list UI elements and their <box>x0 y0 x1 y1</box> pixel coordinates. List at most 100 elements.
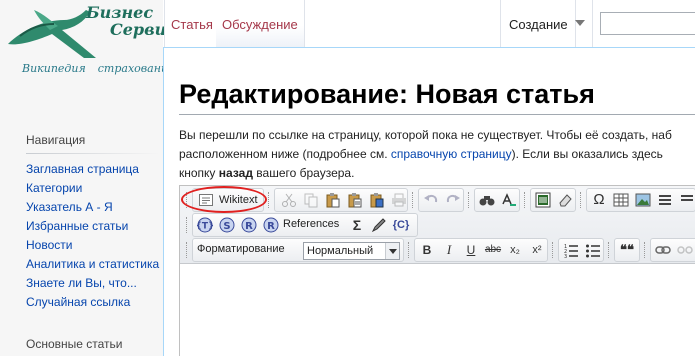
bulleted-list-icon <box>586 244 600 258</box>
paste-text-button[interactable] <box>345 191 365 209</box>
redo-icon <box>446 194 460 203</box>
print-icon <box>392 193 406 207</box>
toolbar-group-select <box>530 188 576 212</box>
redo-button[interactable] <box>443 191 463 209</box>
tab-article[interactable]: Статья <box>164 0 220 47</box>
table-icon <box>613 193 629 207</box>
sidebar-item-did-you-know[interactable]: Знаете ли Вы, что... <box>26 274 159 293</box>
print-button[interactable] <box>389 191 409 209</box>
svg-text:R: R <box>245 221 253 232</box>
sidebar-item-index[interactable]: Указатель А - Я <box>26 198 159 217</box>
toolbar-grip <box>580 192 583 208</box>
find-button[interactable] <box>477 191 497 209</box>
undo-button[interactable] <box>421 191 441 209</box>
paste-button[interactable] <box>323 191 343 209</box>
math-button[interactable]: Σ <box>347 216 367 234</box>
replace-button[interactable] <box>499 191 519 209</box>
overflow-icon <box>681 195 693 201</box>
remove-format-button[interactable] <box>555 191 575 209</box>
navigation-list: Заглавная страница Категории Указатель А… <box>26 160 159 312</box>
special-char-button[interactable]: Ω <box>589 191 609 209</box>
paste-word-button[interactable] <box>367 191 387 209</box>
select-all-button[interactable] <box>533 191 553 209</box>
template-button[interactable]: {T} <box>195 216 215 234</box>
ref-button[interactable]: R <box>239 216 259 234</box>
toolbar-group-links <box>650 238 695 262</box>
superscript-button[interactable]: x² <box>527 241 547 259</box>
logo-subtitle-word1: Википедия <box>22 62 86 75</box>
link-button[interactable] <box>653 241 673 259</box>
toolbar-group-history <box>418 188 464 212</box>
sidebar-item-news[interactable]: Новости <box>26 236 159 255</box>
svg-text:S: S <box>223 221 230 232</box>
underline-button[interactable]: U <box>461 241 481 259</box>
bulleted-list-button[interactable] <box>583 241 603 259</box>
svg-text:R: R <box>267 221 275 232</box>
horizontal-rule-button[interactable] <box>655 191 675 209</box>
copy-button[interactable] <box>301 191 321 209</box>
copy-icon <box>304 193 318 208</box>
toolbar-overflow-button[interactable] <box>677 191 695 209</box>
wikitext-button[interactable]: Wikitext <box>195 191 258 210</box>
page-tabs-bar: Статья Обсуждение Создание <box>163 0 695 47</box>
search-input[interactable] <box>600 12 695 35</box>
editor-toolbar: Wikitext Ω T S R R References Σ {C} Форм… <box>180 186 695 264</box>
toolbar-grip <box>268 192 271 208</box>
cut-button[interactable] <box>279 191 299 209</box>
wysiwyg-editor: Wikitext Ω T S R R References Σ {C} Форм… <box>179 185 695 356</box>
select-all-icon <box>535 192 551 208</box>
special-tag-button[interactable]: {C} <box>391 216 411 234</box>
sidebar-item-analytics[interactable]: Аналитика и статистика <box>26 255 159 274</box>
references-icon-button[interactable]: R <box>261 216 281 234</box>
toolbar-group-insert: Ω <box>586 188 695 212</box>
toolbar-grip <box>468 192 471 208</box>
main-articles-heading[interactable]: Основные статьи <box>26 337 123 351</box>
formatting-label: Форматирование <box>197 243 285 255</box>
unlink-button[interactable] <box>675 241 695 259</box>
tab-discussion[interactable]: Обсуждение <box>216 0 305 47</box>
image-button[interactable] <box>633 191 653 209</box>
paste-word-icon <box>370 193 384 208</box>
italic-button[interactable]: I <box>439 241 459 259</box>
strikethrough-button[interactable]: abc <box>483 241 503 259</box>
source-button[interactable] <box>369 216 389 234</box>
sidebar-item-featured[interactable]: Избранные статьи <box>26 217 159 236</box>
paste-text-icon <box>348 193 362 208</box>
pen-icon <box>371 218 386 233</box>
intro-line-1: Вы перешли по ссылке на страницу, которо… <box>179 128 672 142</box>
references-label[interactable]: References <box>283 218 339 230</box>
toolbar-grip <box>408 242 411 258</box>
sidebar-item-random-link[interactable]: Случайная ссылка <box>26 293 159 312</box>
tab-create[interactable]: Создание <box>500 0 576 47</box>
scissors-icon <box>282 193 296 207</box>
numbered-list-icon: 123 <box>564 244 578 258</box>
toolbar-grip <box>412 192 415 208</box>
sidebar-item-categories[interactable]: Категории <box>26 179 159 198</box>
format-select-arrow[interactable] <box>385 243 399 259</box>
intro-line-3-end: вашего браузера. <box>252 166 355 180</box>
navigation-divider <box>26 153 160 154</box>
intro-line-2-start: расположенном ниже (подробнее см. <box>179 147 391 161</box>
editor-text-area[interactable] <box>180 265 695 356</box>
intro-line-3-start: кнопку <box>179 166 219 180</box>
blockquote-button[interactable]: ❝❝ <box>617 241 637 259</box>
table-button[interactable] <box>611 191 631 209</box>
site-logo[interactable]: Бизнес Сервис Википедия страхования <box>0 0 176 82</box>
format-select[interactable]: Нормальный <box>303 242 400 260</box>
numbered-list-button[interactable]: 123 <box>561 241 581 259</box>
link-icon <box>655 246 671 254</box>
paste-icon <box>326 193 340 208</box>
undo-icon <box>424 194 438 203</box>
subscript-button[interactable]: x₂ <box>505 241 525 259</box>
toolbar-group-clipboard <box>274 188 408 212</box>
help-page-link[interactable]: справочную страницу <box>391 147 512 161</box>
sidebar-item-main-page[interactable]: Заглавная страница <box>26 160 159 179</box>
signature-button[interactable]: S <box>217 216 237 234</box>
toolbar-group-format: Форматирование Нормальный <box>192 238 404 262</box>
sidebar: Бизнес Сервис Википедия страхования Навиг… <box>0 0 176 356</box>
more-actions-dropdown[interactable] <box>569 0 593 47</box>
bold-button[interactable]: B <box>417 241 437 259</box>
toolbar-group-mode: Wikitext <box>192 188 264 212</box>
chevron-down-icon <box>575 20 585 26</box>
navigation-heading: Навигация <box>26 133 86 147</box>
